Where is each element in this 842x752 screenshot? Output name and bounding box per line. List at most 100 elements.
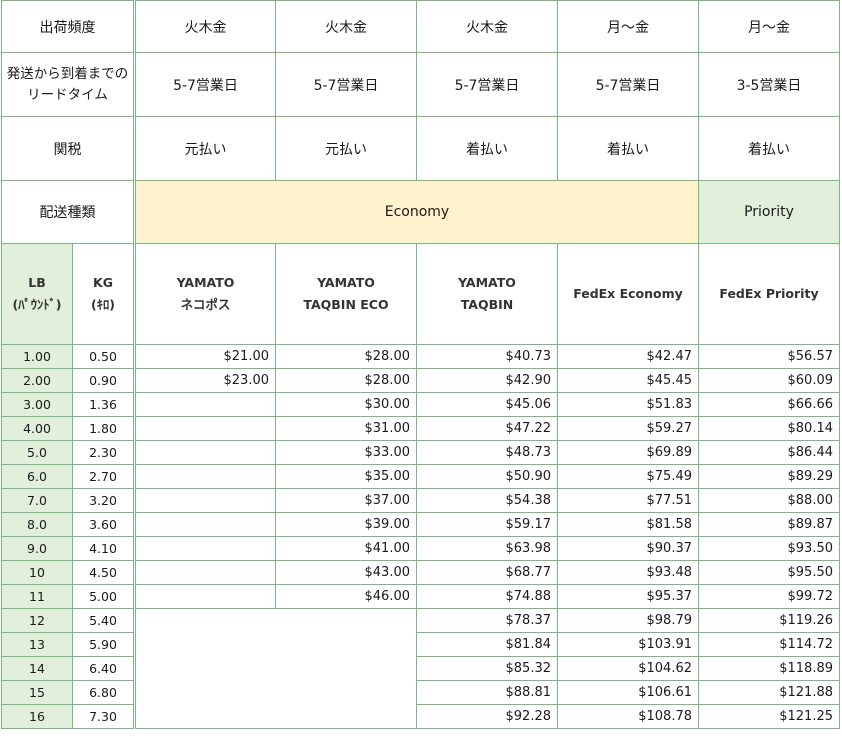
taqbin-eco-rate-cell: $30.00 [275, 392, 417, 417]
lb-cell: 2.00 [1, 368, 73, 393]
taqbin-eco-rate-cell: $35.00 [275, 464, 417, 489]
lb-cell: 3.00 [1, 392, 73, 417]
fedex-economy-rate-cell: $93.48 [557, 560, 699, 585]
duty-cell: 着払い [698, 116, 840, 181]
lead-time-cell: 3-5営業日 [698, 52, 840, 117]
nekopos-rate-cell [133, 392, 276, 417]
fedex-economy-rate-cell: $90.37 [557, 536, 699, 561]
fedex-economy-rate-cell: $95.37 [557, 584, 699, 609]
lb-cell: 9.0 [1, 536, 73, 561]
nekopos-rate-cell [133, 560, 276, 585]
lead-time-label-line1: 発送から到着までの [6, 65, 129, 82]
rate-row: 13 5.90 $81.84 $103.91 $114.72 [1, 632, 840, 657]
kg-cell: 0.50 [72, 344, 135, 369]
carrier-header-line1: YAMATO [176, 275, 235, 290]
fedex-economy-rate-cell: $81.58 [557, 512, 699, 537]
fedex-economy-rate-cell: $108.78 [557, 704, 699, 729]
rate-row: 16 7.30 $92.28 $108.78 $121.25 [1, 704, 840, 729]
kg-cell: 4.10 [72, 536, 135, 561]
lb-cell: 11 [1, 584, 73, 609]
lead-time-label: 発送から到着までの リードタイム [1, 52, 135, 117]
kg-cell: 1.36 [72, 392, 135, 417]
nekopos-rate-cell [133, 512, 276, 537]
rate-row: 7.0 3.20 $37.00 $54.38 $77.51 $88.00 [1, 488, 840, 513]
taqbin-eco-rate-cell: $28.00 [275, 344, 417, 369]
carrier-header-yamato-taqbin: YAMATO TAQBIN [416, 243, 558, 345]
taqbin-rate-cell: $74.88 [416, 584, 558, 609]
nekopos-rate-cell: $23.00 [133, 368, 276, 393]
taqbin-rate-cell: $40.73 [416, 344, 558, 369]
rate-row: 5.0 2.30 $33.00 $48.73 $69.89 $86.44 [1, 440, 840, 465]
duty-cell: 着払い [416, 116, 558, 181]
fedex-economy-rate-cell: $106.61 [557, 680, 699, 705]
taqbin-eco-rate-cell: $39.00 [275, 512, 417, 537]
fedex-priority-rate-cell: $88.00 [698, 488, 840, 513]
fedex-priority-rate-cell: $99.72 [698, 584, 840, 609]
duty-cell: 元払い [133, 116, 276, 181]
taqbin-eco-rate-cell: $46.00 [275, 584, 417, 609]
rate-row: 2.00 0.90 $23.00 $28.00 $42.90 $45.45 $60.09 [1, 368, 840, 393]
lb-cell: 8.0 [1, 512, 73, 537]
kg-cell: 6.40 [72, 656, 135, 681]
fedex-economy-rate-cell: $104.62 [557, 656, 699, 681]
lb-cell: 14 [1, 656, 73, 681]
taqbin-rate-cell: $92.28 [416, 704, 558, 729]
empty-rate-block [133, 608, 417, 729]
rate-row: 6.0 2.70 $35.00 $50.90 $75.49 $89.29 [1, 464, 840, 489]
taqbin-eco-rate-cell: $28.00 [275, 368, 417, 393]
taqbin-eco-rate-cell: $41.00 [275, 536, 417, 561]
fedex-priority-rate-cell: $80.14 [698, 416, 840, 441]
rate-row: 3.00 1.36 $30.00 $45.06 $51.83 $66.66 [1, 392, 840, 417]
carrier-header-line1: YAMATO [317, 275, 375, 290]
taqbin-rate-cell: $45.06 [416, 392, 558, 417]
lead-time-cell: 5-7営業日 [133, 52, 276, 117]
lb-header-line2: (ﾊﾟｳﾝﾄﾞ) [12, 297, 62, 312]
fedex-priority-rate-cell: $56.57 [698, 344, 840, 369]
nekopos-rate-cell [133, 536, 276, 561]
lb-cell: 6.0 [1, 464, 73, 489]
fedex-priority-rate-cell: $89.87 [698, 512, 840, 537]
frequency-label: 出荷頻度 [1, 0, 135, 53]
taqbin-rate-cell: $59.17 [416, 512, 558, 537]
fedex-economy-rate-cell: $51.83 [557, 392, 699, 417]
carrier-header-yamato-nekopos: YAMATO ネコポス [133, 243, 276, 345]
kg-cell: 5.90 [72, 632, 135, 657]
fedex-priority-rate-cell: $60.09 [698, 368, 840, 393]
lb-header: LB (ﾊﾟｳﾝﾄﾞ) [1, 243, 73, 345]
taqbin-rate-cell: $63.98 [416, 536, 558, 561]
taqbin-rate-cell: $54.38 [416, 488, 558, 513]
frequency-cell: 火木金 [133, 0, 276, 53]
taqbin-rate-cell: $48.73 [416, 440, 558, 465]
kg-cell: 3.20 [72, 488, 135, 513]
nekopos-rate-cell [133, 488, 276, 513]
carrier-header-fedex-priority: FedEx Priority [698, 243, 840, 345]
frequency-row: 出荷頻度 火木金 火木金 火木金 月～金 月～金 [1, 0, 840, 53]
lb-cell: 10 [1, 560, 73, 585]
kg-cell: 5.00 [72, 584, 135, 609]
lead-time-cell: 5-7営業日 [416, 52, 558, 117]
kg-cell: 6.80 [72, 680, 135, 705]
nekopos-rate-cell [133, 584, 276, 609]
carrier-header-line1: YAMATO [458, 275, 516, 290]
frequency-cell: 月～金 [557, 0, 699, 53]
lb-cell: 1.00 [1, 344, 73, 369]
economy-band: Economy [133, 180, 699, 244]
duty-cell: 着払い [557, 116, 699, 181]
taqbin-eco-rate-cell: $33.00 [275, 440, 417, 465]
nekopos-rate-cell [133, 464, 276, 489]
fedex-priority-rate-cell: $121.25 [698, 704, 840, 729]
carrier-header-line2: TAQBIN [460, 297, 514, 312]
rate-row: 4.00 1.80 $31.00 $47.22 $59.27 $80.14 [1, 416, 840, 441]
carrier-header-line1: FedEx Economy [573, 286, 683, 301]
carrier-header-line2: ネコポス [180, 297, 231, 312]
lb-cell: 7.0 [1, 488, 73, 513]
kg-header: KG (ｷﾛ) [72, 243, 135, 345]
fedex-economy-rate-cell: $103.91 [557, 632, 699, 657]
fedex-economy-rate-cell: $69.89 [557, 440, 699, 465]
lb-cell: 5.0 [1, 440, 73, 465]
shipping-rate-sheet: 出荷頻度 火木金 火木金 火木金 月～金 月～金 発送から到着までの リードタイ… [0, 0, 842, 752]
taqbin-rate-cell: $47.22 [416, 416, 558, 441]
taqbin-eco-rate-cell: $43.00 [275, 560, 417, 585]
taqbin-eco-rate-cell: $37.00 [275, 488, 417, 513]
lead-time-row: 発送から到着までの リードタイム 5-7営業日 5-7営業日 5-7営業日 5-… [1, 52, 840, 117]
